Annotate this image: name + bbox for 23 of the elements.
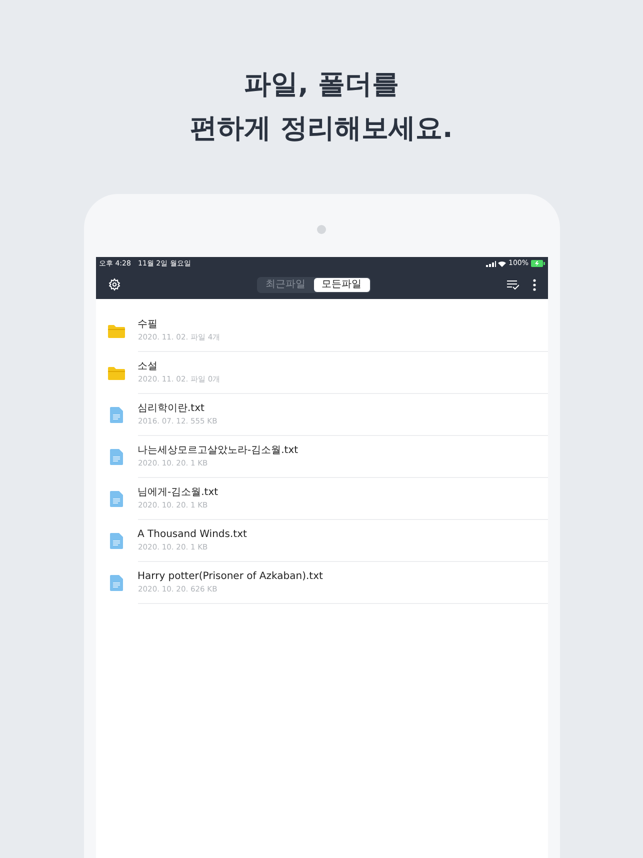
document-icon — [110, 491, 123, 507]
file-name: Harry potter(Prisoner of Azkaban).txt — [138, 570, 323, 584]
file-name: A Thousand Winds.txt — [138, 528, 247, 542]
settings-icon[interactable] — [108, 278, 120, 291]
folder-icon — [108, 324, 125, 338]
document-icon — [110, 575, 123, 591]
file-name: 수필 — [138, 318, 158, 332]
sort-check-icon[interactable] — [506, 280, 518, 290]
battery-icon — [530, 260, 544, 267]
document-icon — [110, 449, 123, 465]
file-name: 나는세상모르고살았노라-김소월.txt — [138, 444, 298, 458]
headline: 파일, 폴더를 — [244, 68, 399, 102]
file-name: 소설 — [138, 360, 158, 374]
file-name: 님에게-김소월.txt — [138, 486, 218, 500]
file-name: 심리학이란.txt — [138, 402, 204, 416]
signal-icon — [486, 260, 496, 266]
document-icon — [110, 533, 123, 549]
headline: 편하게 정리해보세요. — [190, 112, 453, 146]
more-icon[interactable] — [532, 278, 536, 290]
folder-icon — [108, 366, 125, 380]
segment-tab[interactable]: 모든파일 — [314, 278, 370, 292]
wifi-icon — [498, 260, 506, 266]
document-icon — [110, 407, 123, 423]
